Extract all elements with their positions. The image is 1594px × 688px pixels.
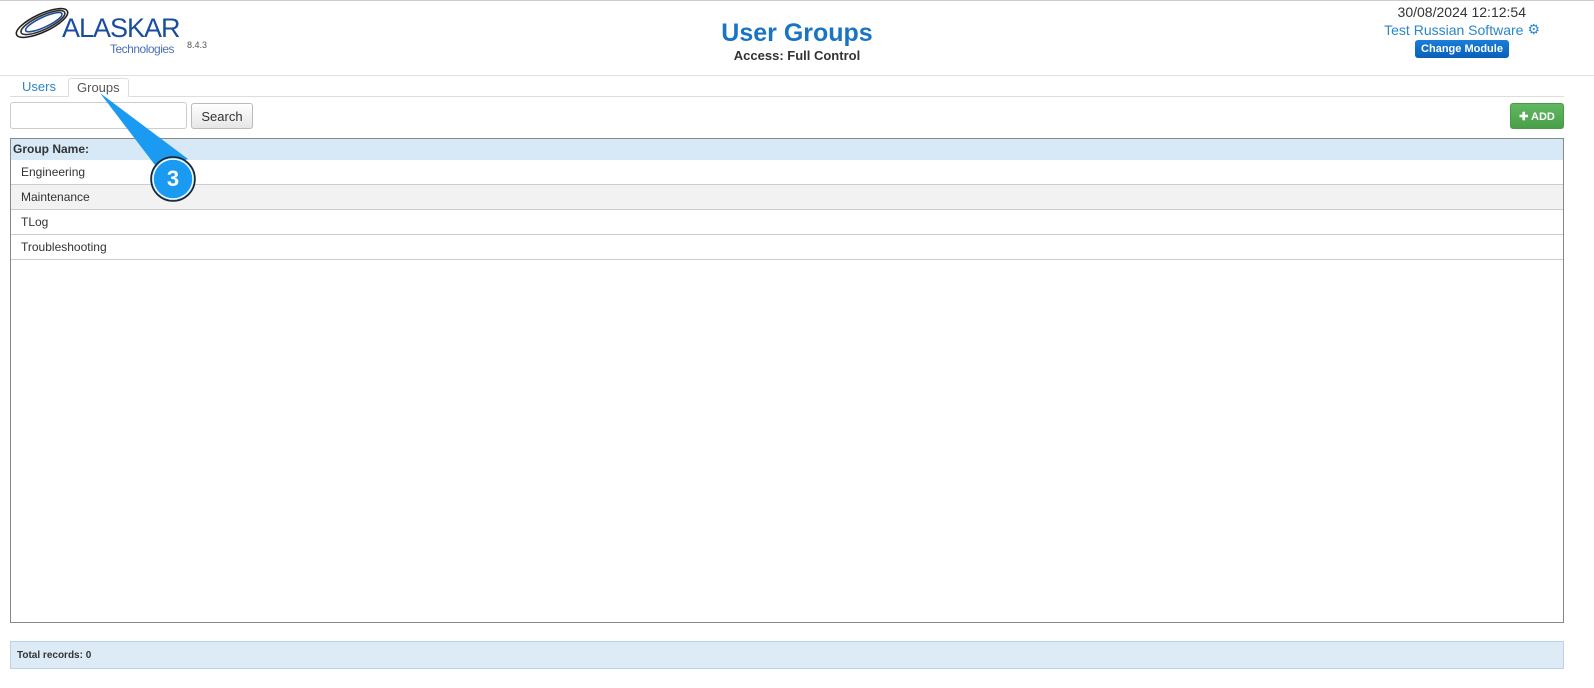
change-module-button[interactable]: Change Module: [1415, 40, 1509, 58]
total-records: Total records: 0: [10, 641, 1564, 669]
header-divider: [0, 75, 1594, 76]
plus-icon: ✚: [1519, 110, 1532, 123]
datetime: 30/08/2024 12:12:54: [1397, 4, 1526, 20]
search-input[interactable]: [10, 102, 187, 129]
access-level: Access: Full Control: [733, 48, 861, 63]
gear-icon[interactable]: ⚙: [1527, 21, 1540, 38]
company-name[interactable]: Test Russian Software: [1384, 22, 1523, 38]
column-header-group-name[interactable]: Group Name:: [11, 139, 1563, 160]
page-title: User Groups: [721, 19, 873, 47]
groups-grid: Group Name: Engineering Maintenance TLog…: [10, 138, 1564, 623]
table-row[interactable]: TLog: [11, 210, 1563, 235]
company-link[interactable]: Test Russian Software ⚙: [1384, 21, 1540, 38]
table-row[interactable]: Maintenance: [11, 185, 1563, 210]
add-label: ADD: [1531, 110, 1555, 123]
annotation-number: 3: [166, 166, 180, 191]
tab-users[interactable]: Users: [14, 78, 64, 97]
tab-groups[interactable]: Groups: [68, 78, 129, 97]
add-button[interactable]: ✚ ADD: [1510, 103, 1564, 129]
table-row[interactable]: Troubleshooting: [11, 235, 1563, 260]
search-button[interactable]: Search: [191, 103, 253, 129]
table-row[interactable]: Engineering: [11, 160, 1563, 185]
tab-bar: Users Groups: [10, 77, 1564, 97]
